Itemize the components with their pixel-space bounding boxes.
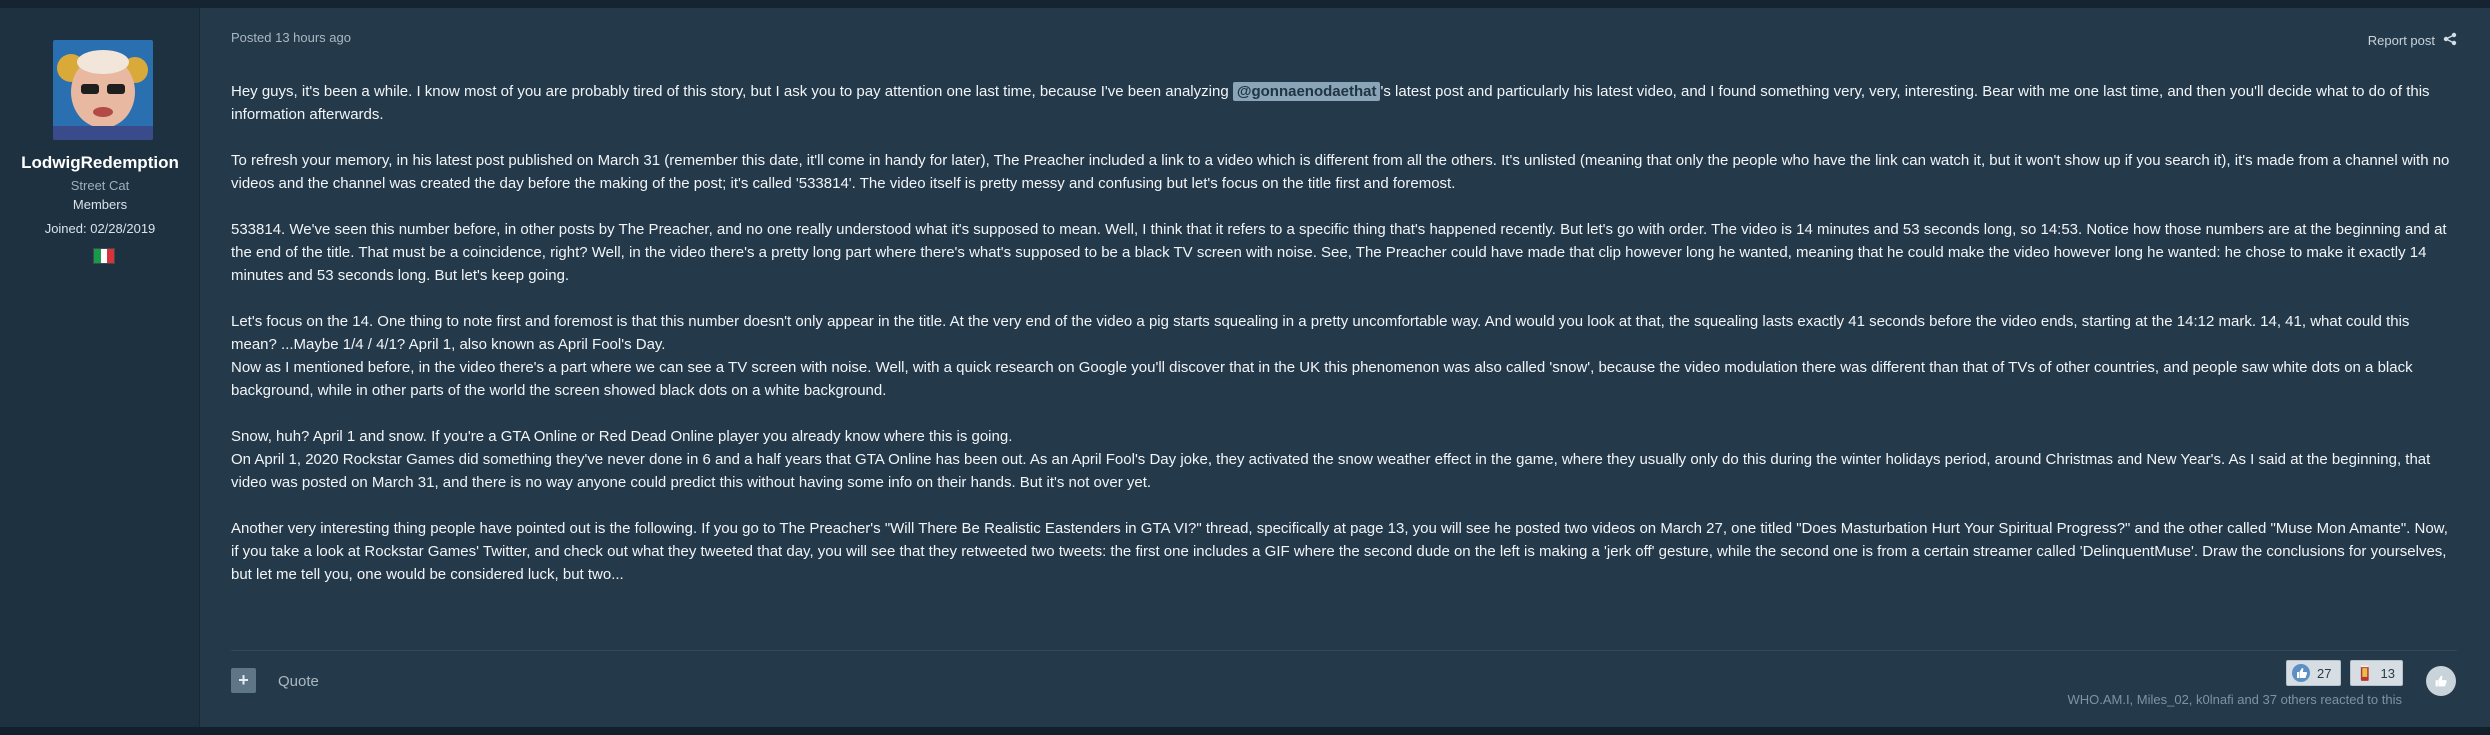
paragraph-4b: Now as I mentioned before, in the video … [231,359,2413,399]
paragraph-1-before: Hey guys, it's been a while. I know most… [231,83,1233,100]
paragraph-5: Snow, huh? April 1 and snow. If you're a… [231,425,2456,494]
author-joined-date: Joined: 02/28/2019 [44,221,156,236]
author-panel: LodwigRedemption Street Cat Members Join… [0,8,200,727]
paragraph-4: Let's focus on the 14. One thing to note… [231,310,2456,402]
post-body: Hey guys, it's been a while. I know most… [231,80,2456,609]
paragraph-5b: On April 1, 2020 Rockstar Games did some… [231,451,2431,491]
paragraph-3: 533814. We've seen this number before, i… [231,221,2447,284]
forum-post: LodwigRedemption Street Cat Members Join… [0,8,2490,727]
italy-flag-icon [93,248,115,264]
multiquote-button[interactable]: + [231,668,256,693]
report-post-link[interactable]: Report post [2368,33,2435,48]
share-icon[interactable] [2443,32,2457,46]
quote-button[interactable]: Quote [278,673,319,690]
author-name[interactable]: LodwigRedemption [0,153,200,173]
author-title: Street Cat [70,178,130,193]
reactors-summary[interactable]: WHO.AM.I, Miles_02, k0lnafi and 37 other… [2067,692,2402,707]
reaction-count-thumbs-up: 27 [2317,665,2332,681]
react-button[interactable] [2426,666,2456,696]
paragraph-5a: Snow, huh? April 1 and snow. If you're a… [231,428,1013,445]
thumbs-up-icon [2435,675,2447,687]
paragraph-6: Another very interesting thing people ha… [231,520,2448,583]
author-avatar[interactable] [53,40,153,140]
reaction-thumbs-up[interactable]: 27 [2286,660,2341,686]
paragraph-4a: Let's focus on the 14. One thing to note… [231,313,2410,353]
post-timestamp[interactable]: Posted 13 hours ago [231,30,351,45]
user-mention[interactable]: @gonnaenodaethat [1232,82,1381,101]
reaction-count-beer: 13 [2380,665,2395,681]
paragraph-2: To refresh your memory, in his latest po… [231,152,2450,192]
thumbs-up-icon [2292,664,2310,682]
post-content: Posted 13 hours ago Report post Hey guys… [200,8,2490,727]
post-footer-divider [231,650,2457,651]
reaction-beer[interactable]: 13 [2350,660,2403,686]
paragraph-1: Hey guys, it's been a while. I know most… [231,80,2456,126]
top-bar [0,0,2490,8]
bottom-bar [0,727,2490,735]
beer-icon [2360,665,2369,681]
author-group: Members [72,197,128,212]
